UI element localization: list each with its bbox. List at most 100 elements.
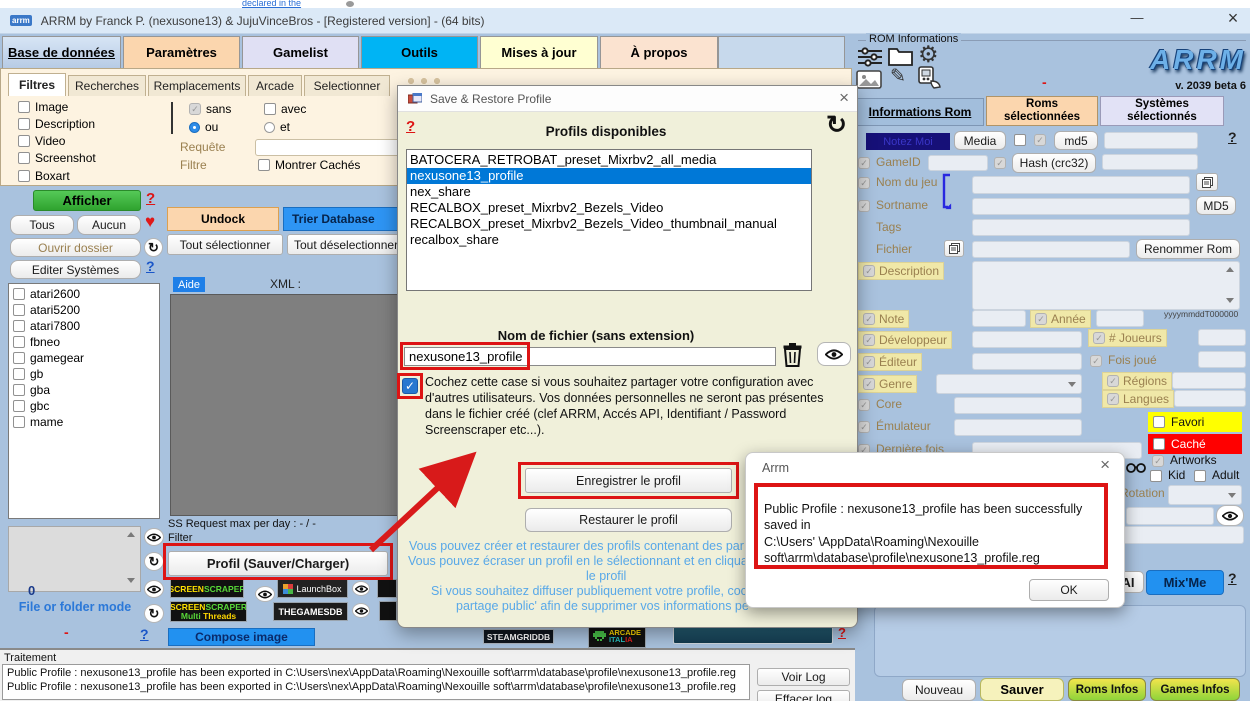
checkbox[interactable] [13,304,25,316]
rom-help[interactable]: ? [1228,129,1237,145]
subtab-filtres[interactable]: Filtres [8,73,66,96]
checkbox[interactable] [1153,438,1165,450]
glasses-icon[interactable] [1126,461,1146,473]
nouveau-button[interactable]: Nouveau [902,679,976,701]
media-button[interactable]: Media [954,131,1006,150]
afficher-button[interactable]: Afficher [33,190,141,211]
langues-input[interactable] [1174,390,1246,407]
afficher-help[interactable]: ? [146,190,155,207]
hash-input[interactable] [1102,154,1198,170]
thegamesdb-button[interactable]: THEGAMESDB [273,602,348,621]
scroll-down-icon[interactable] [127,578,135,583]
checkbox[interactable] [13,320,25,332]
rotation-select[interactable] [1168,485,1242,505]
minimize-button[interactable]: — [1125,10,1149,32]
compose-image-button[interactable]: Compose image [168,628,315,646]
profile-item-selected[interactable]: nexusone13_profile [407,168,811,184]
bottom-help[interactable]: ? [140,626,149,642]
filter-option-description[interactable]: Description [16,116,97,132]
steamgriddb-button[interactable]: STEAMGRIDDB [483,629,554,644]
montrer-caches-checkbox[interactable]: Montrer Cachés [256,157,362,173]
gamepad-icon[interactable] [914,66,942,89]
tout-selectionner-button[interactable]: Tout sélectionner [167,234,283,255]
checkbox[interactable] [264,103,276,115]
trash-icon[interactable] [783,343,802,367]
ok-button[interactable]: OK [1029,579,1109,601]
dialog-eye-icon[interactable] [817,342,851,366]
favorites-heart-icon[interactable] [145,212,155,232]
tab-informations-rom[interactable]: Informations Rom [856,98,984,126]
mixme-help[interactable]: ? [1228,570,1237,586]
checkbox[interactable] [1153,416,1165,428]
subtab-selectionner[interactable]: Selectionner [304,75,390,96]
tab-a-propos[interactable]: À propos [600,36,718,68]
enregistrer-button[interactable]: Enregistrer le profil [525,468,732,493]
tous-button[interactable]: Tous [10,215,74,235]
screenscraper-button[interactable]: SCREENSCRAPER [170,579,244,598]
scroll-up-icon[interactable] [127,532,135,537]
profile-item[interactable]: RECALBOX_preset_Mixrbv2_Bezels_Video_thu… [407,216,811,232]
checkbox[interactable] [13,352,25,364]
notez-moi-button[interactable]: Notez Moi [866,133,950,150]
tab-outils[interactable]: Outils [361,36,478,68]
checkbox[interactable] [18,101,30,113]
filter-option-boxart[interactable]: Boxart [16,168,72,184]
system-item[interactable]: gamegear [11,350,157,366]
share-checkbox[interactable]: ✓ [402,378,418,394]
roms-infos-button[interactable]: Roms Infos [1068,678,1146,701]
joueurs-input[interactable] [1198,329,1246,346]
system-item[interactable]: gba [11,382,157,398]
sortname-input[interactable] [972,198,1190,215]
aucun-button[interactable]: Aucun [77,215,141,235]
ouvrir-dossier-button[interactable]: Ouvrir dossier [10,238,141,257]
profile-item[interactable]: BATOCERA_RETROBAT_preset_Mixrbv2_all_med… [407,152,811,168]
checkbox[interactable] [13,336,25,348]
profile-item[interactable]: recalbox_share [407,232,811,248]
tab-base-de-donnees[interactable]: Base de données [2,36,121,68]
scraper-button[interactable] [379,601,397,621]
filter-option-video[interactable]: Video [16,133,67,149]
adult-checkbox[interactable] [1194,470,1206,482]
tab-gamelist[interactable]: Gamelist [242,36,359,68]
eye-icon[interactable] [352,603,370,618]
tab-roms-selectionnees[interactable]: Roms sélectionnées [986,96,1098,126]
restaurer-button[interactable]: Restaurer le profil [525,508,732,532]
checkbox[interactable] [13,416,25,428]
md5-small-button[interactable]: md5 [1054,131,1098,150]
md5-button[interactable]: MD5 [1196,196,1236,215]
md5-input[interactable] [1104,132,1198,149]
gear-icon[interactable]: ⚙ [918,41,939,68]
kid-checkbox[interactable] [1150,470,1162,482]
refresh-icon[interactable] [144,238,163,257]
close-button[interactable]: × [1220,8,1246,32]
system-item[interactable]: gb [11,366,157,382]
edit-icon[interactable]: ✎ [890,65,906,88]
system-item[interactable]: fbneo [11,334,157,350]
eye-icon[interactable] [255,586,275,602]
system-item[interactable]: gbc [11,398,157,414]
radio[interactable] [189,122,200,133]
checkbox[interactable] [13,384,25,396]
genre-select[interactable] [936,374,1082,394]
undock-button[interactable]: Undock [167,207,279,231]
cache-toggle[interactable]: Caché [1148,434,1242,454]
favori-toggle[interactable]: Favori [1148,412,1242,432]
avec-checkbox[interactable]: avec [262,101,308,117]
screenscraper-multi-button[interactable]: SCREENSCRAPER Multi Threads [170,601,247,622]
emulateur-input[interactable] [954,419,1082,436]
effacer-log-button[interactable]: Effacer log [757,690,850,701]
checkbox[interactable] [18,170,30,182]
aide-badge[interactable]: Aide [173,277,205,292]
messagebox-close-button[interactable]: × [1100,455,1110,475]
voir-log-button[interactable]: Voir Log [757,668,850,686]
filename-input[interactable]: nexusone13_profile [404,347,776,366]
copy-name-button[interactable] [1196,173,1218,191]
checkbox[interactable] [13,400,25,412]
tout-deselectionner-button[interactable]: Tout déselectionner [287,234,413,255]
system-item[interactable]: atari5200 [11,302,157,318]
editer-systemes-button[interactable]: Editer Systèmes [10,260,141,279]
scroll-down-icon[interactable] [1226,298,1234,303]
system-item[interactable]: atari2600 [11,286,157,302]
refresh-icon[interactable] [144,552,164,571]
folder-icon[interactable] [888,45,913,66]
